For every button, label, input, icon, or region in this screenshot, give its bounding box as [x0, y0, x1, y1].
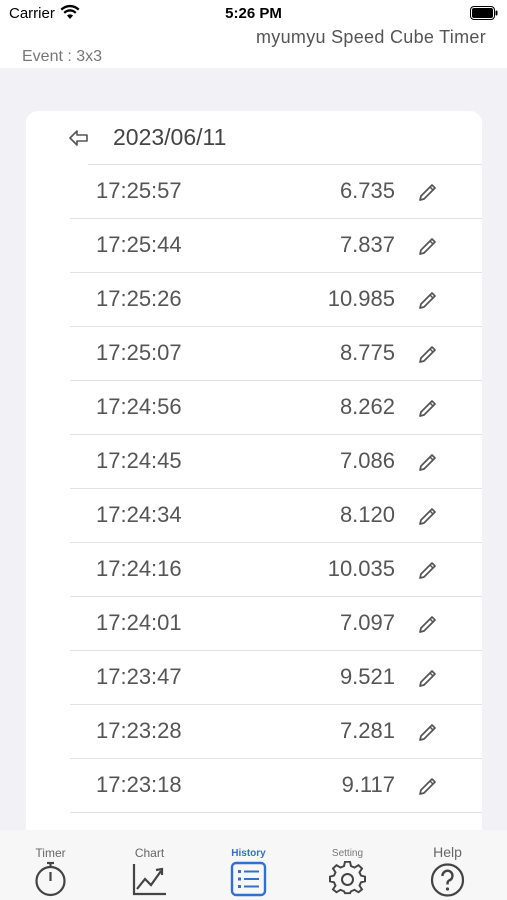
solve-result: 8.262 [339, 394, 395, 419]
solve-time-of-day: 17:24:34 [96, 502, 182, 527]
tab-label: Timer [35, 846, 66, 860]
history-header: 2023/06/11 [26, 111, 482, 165]
pencil-icon[interactable] [417, 289, 439, 311]
tab-label: History [231, 848, 266, 859]
tab-help[interactable]: Help [397, 830, 498, 900]
status-bar: Carrier 5:26 PM [0, 0, 507, 28]
solve-time-of-day: 17:25:07 [96, 340, 182, 365]
solve-time-of-day: 17:23:47 [96, 664, 182, 689]
solve-time-of-day: 17:23:28 [96, 718, 182, 743]
divider [70, 812, 482, 813]
history-row[interactable]: 17:25:44 7.837 [26, 219, 482, 273]
solve-result: 7.086 [339, 448, 395, 473]
event-label[interactable]: Event : 3x3 [22, 48, 102, 66]
solve-result: 8.120 [339, 502, 395, 527]
pencil-icon[interactable] [417, 505, 439, 527]
pencil-icon[interactable] [417, 181, 439, 203]
history-row[interactable]: 17:25:57 6.735 [26, 165, 482, 219]
history-row[interactable]: 17:24:45 7.086 [26, 435, 482, 489]
tab-label: Help [433, 844, 462, 860]
solve-time-of-day: 17:25:44 [96, 232, 182, 257]
line-chart-icon [132, 864, 166, 896]
tab-label: Chart [134, 846, 165, 860]
solve-time-of-day: 17:24:56 [96, 394, 182, 419]
tab-history[interactable]: History [198, 830, 299, 900]
pencil-icon[interactable] [417, 343, 439, 365]
back-arrow-icon[interactable] [68, 128, 90, 148]
history-date: 2023/06/11 [113, 124, 227, 150]
history-row[interactable]: 17:25:26 10.985 [26, 273, 482, 327]
solve-result: 7.097 [339, 610, 395, 635]
clock-time: 5:26 PM [225, 5, 282, 22]
solve-time-of-day: 17:24:01 [96, 610, 182, 635]
tab-timer[interactable]: Timer [0, 830, 101, 900]
pencil-icon[interactable] [417, 613, 439, 635]
pencil-icon[interactable] [417, 235, 439, 257]
solve-result: 7.837 [339, 232, 395, 257]
pencil-icon[interactable] [417, 775, 439, 797]
history-card: 2023/06/11 17:25:57 6.735 17:25:44 7.837 17:… [26, 111, 482, 831]
history-list: 17:25:57 6.735 17:25:44 7.837 17:25:26 10.985… [26, 165, 482, 813]
pencil-icon[interactable] [417, 667, 439, 689]
tab-chart[interactable]: Chart [99, 830, 200, 900]
solve-result: 10.985 [327, 286, 395, 311]
solve-time-of-day: 17:25:57 [96, 178, 182, 203]
solve-result: 8.775 [339, 340, 395, 365]
question-icon [430, 863, 465, 897]
solve-result: 7.281 [339, 718, 395, 743]
history-row[interactable]: 17:23:28 7.281 [26, 705, 482, 759]
tab-bar: Timer Chart History Setting Help [0, 830, 507, 900]
history-row[interactable]: 17:23:18 9.117 [26, 759, 482, 813]
solve-result: 9.521 [339, 664, 395, 689]
history-row[interactable]: 17:24:56 8.262 [26, 381, 482, 435]
history-row[interactable]: 17:24:01 7.097 [26, 597, 482, 651]
tab-setting[interactable]: Setting [297, 830, 398, 900]
pencil-icon[interactable] [417, 721, 439, 743]
gear-icon [329, 861, 366, 895]
history-row[interactable]: 17:24:16 10.035 [26, 543, 482, 597]
tab-label: Setting [331, 848, 364, 859]
solve-time-of-day: 17:25:26 [96, 286, 182, 311]
history-row[interactable]: 17:25:07 8.775 [26, 327, 482, 381]
history-row[interactable]: 17:23:47 9.521 [26, 651, 482, 705]
solve-result: 6.735 [339, 178, 395, 203]
pencil-icon[interactable] [417, 559, 439, 581]
history-row[interactable]: 17:24:34 8.120 [26, 489, 482, 543]
pencil-icon[interactable] [417, 451, 439, 473]
pencil-icon[interactable] [417, 397, 439, 419]
battery-icon [470, 6, 498, 20]
list-icon [230, 861, 267, 897]
solve-time-of-day: 17:24:45 [96, 448, 182, 473]
solve-time-of-day: 17:24:16 [96, 556, 182, 581]
solve-result: 10.035 [327, 556, 395, 581]
solve-result: 9.117 [341, 772, 395, 797]
app-title: myumyu Speed Cube Timer [256, 27, 486, 47]
solve-time-of-day: 17:23:18 [96, 772, 182, 797]
stopwatch-icon [35, 861, 66, 897]
